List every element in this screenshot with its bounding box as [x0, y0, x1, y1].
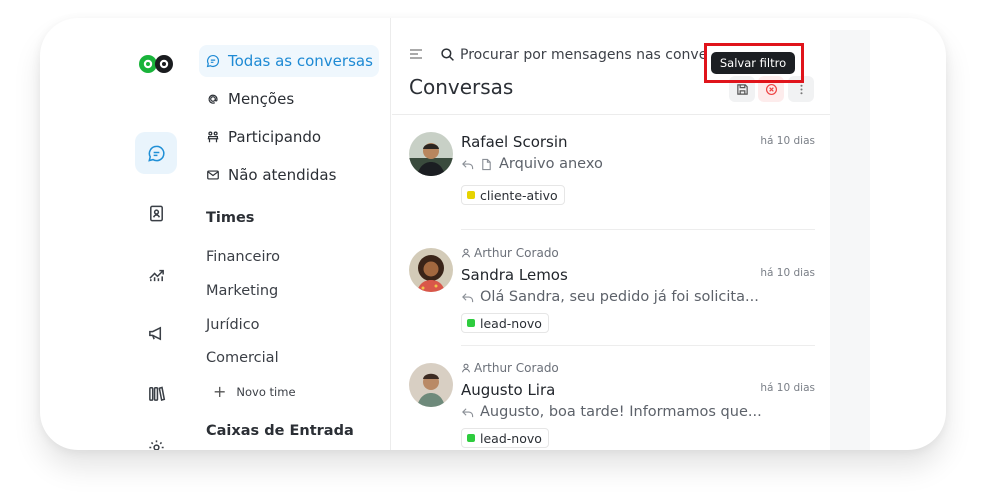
reply-icon	[462, 159, 474, 169]
user-icon	[462, 363, 470, 373]
user-icon	[462, 248, 470, 258]
conversation-label[interactable]: lead-novo	[461, 428, 549, 448]
label-text: lead-novo	[480, 430, 542, 446]
assignee-name: Arthur Corado	[474, 246, 559, 260]
last-message-text: Arquivo anexo	[499, 156, 603, 172]
conversations-nav-button[interactable]	[135, 132, 177, 174]
contacts-nav-button[interactable]	[135, 192, 177, 234]
nav-label: Todas as conversas	[228, 52, 373, 70]
header-divider	[392, 114, 830, 115]
nav-label: Não atendidas	[228, 166, 337, 184]
last-message: Olá Sandra, seu pedido já foi solicita..…	[461, 289, 759, 305]
nav-all-conversations[interactable]: Todas as conversas	[199, 45, 379, 77]
mail-icon	[207, 170, 219, 180]
nav-participating[interactable]: Participando	[199, 121, 379, 153]
gear-icon	[148, 439, 164, 450]
last-message-text: Augusto, boa tarde! Informamos que...	[480, 404, 762, 420]
reply-icon	[462, 407, 474, 417]
document-icon	[482, 158, 491, 170]
app-window: Todas as conversas Menções Participando …	[40, 18, 946, 450]
conversation-item[interactable]: Arthur Corado Sandra Lemos há 10 dias Ol…	[409, 230, 815, 346]
label-color-dot	[467, 191, 475, 199]
contact-name: Augusto Lira	[461, 381, 556, 399]
chat-bubble-icon	[147, 145, 165, 162]
reports-nav-button[interactable]	[135, 252, 177, 294]
brand-logo	[139, 55, 173, 73]
megaphone-icon	[148, 326, 161, 340]
contact-name: Sandra Lemos	[461, 266, 568, 284]
label-color-dot	[467, 434, 475, 442]
nav-unattended[interactable]: Não atendidas	[199, 159, 379, 191]
last-message-text: Olá Sandra, seu pedido já foi solicita..…	[480, 289, 759, 305]
more-vertical-icon	[799, 84, 803, 94]
nav-mentions[interactable]: Menções	[199, 83, 379, 115]
conversation-label[interactable]: lead-novo	[461, 313, 549, 333]
teams-section-title: Times	[206, 210, 255, 226]
team-item-comercial[interactable]: Comercial	[206, 350, 279, 366]
assignee-name: Arthur Corado	[474, 361, 559, 375]
nav-label: Participando	[228, 128, 322, 146]
team-item-juridico[interactable]: Jurídico	[206, 317, 260, 333]
assignee: Arthur Corado	[461, 246, 559, 260]
contact-book-icon	[149, 205, 163, 221]
label-text: cliente-ativo	[480, 187, 558, 203]
conversation-label[interactable]: cliente-ativo	[461, 185, 565, 205]
search-icon	[441, 48, 454, 61]
conversation-item[interactable]: Arthur Corado Augusto Lira há 10 dias Au…	[409, 345, 815, 450]
contact-name: Rafael Scorsin	[461, 133, 568, 151]
chat-bubble-icon	[206, 54, 220, 68]
chart-trend-icon	[148, 269, 164, 281]
avatar	[409, 132, 453, 176]
conversation-item[interactable]: Rafael Scorsin há 10 dias Arquivo anexo …	[409, 130, 815, 230]
plus-icon: +	[213, 382, 227, 401]
new-team-label: Novo time	[236, 385, 296, 399]
assignee: Arthur Corado	[461, 361, 559, 375]
conversations-sidebar: Todas as conversas Menções Participando …	[189, 18, 391, 450]
new-team-button[interactable]: + Novo time	[213, 384, 296, 400]
timestamp: há 10 dias	[760, 382, 815, 394]
library-books-icon	[148, 386, 165, 401]
menu-lines-icon[interactable]	[409, 48, 423, 60]
reply-icon	[462, 292, 474, 302]
last-message: Arquivo anexo	[461, 156, 603, 172]
avatar	[409, 363, 453, 407]
right-side-panel	[830, 30, 870, 450]
last-message: Augusto, boa tarde! Informamos que...	[461, 404, 762, 420]
settings-nav-button[interactable]	[135, 426, 177, 450]
group-icon	[207, 131, 219, 143]
team-item-financeiro[interactable]: Financeiro	[206, 249, 280, 265]
team-item-marketing[interactable]: Marketing	[206, 283, 278, 299]
inboxes-section-title: Caixas de Entrada	[206, 423, 354, 439]
at-sign-icon	[208, 94, 218, 104]
nav-label: Menções	[228, 90, 295, 108]
save-icon	[736, 83, 748, 95]
page-title: Conversas	[409, 75, 514, 99]
avatar	[409, 248, 453, 292]
close-circle-icon	[765, 83, 777, 95]
highlight-annotation-box	[704, 43, 804, 83]
label-text: lead-novo	[480, 315, 542, 331]
library-nav-button[interactable]	[135, 372, 177, 414]
timestamp: há 10 dias	[760, 135, 815, 147]
campaigns-nav-button[interactable]	[135, 312, 177, 354]
timestamp: há 10 dias	[760, 267, 815, 279]
label-color-dot	[467, 319, 475, 327]
